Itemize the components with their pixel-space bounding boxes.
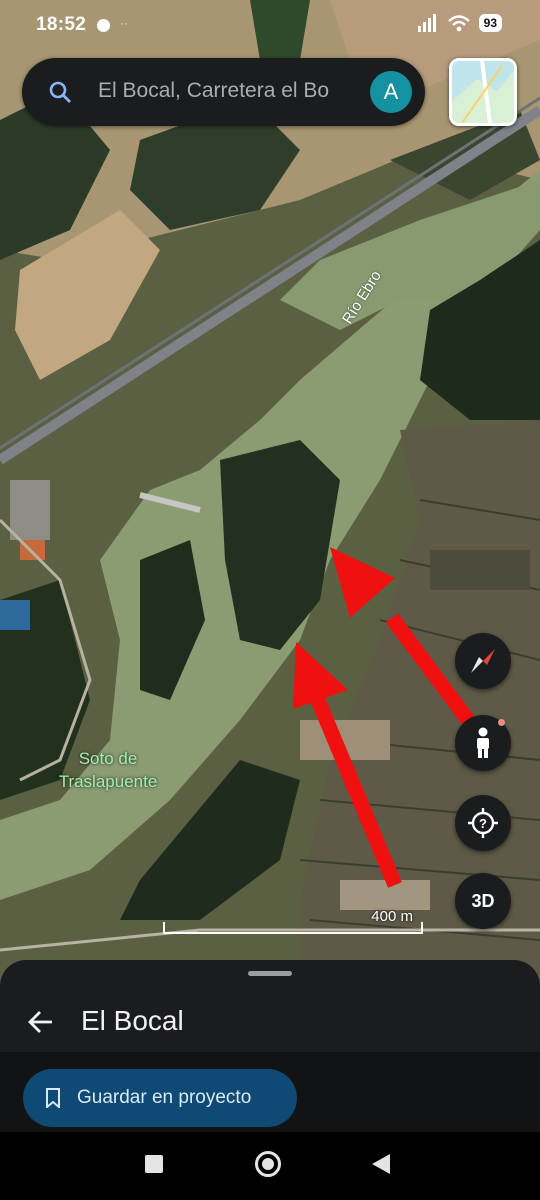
- sheet-drag-handle[interactable]: [248, 971, 292, 976]
- wifi-icon: [447, 15, 470, 32]
- satellite-map[interactable]: Río Ebro Soto de Traslapuente: [0, 0, 540, 1000]
- back-arrow-icon[interactable]: [26, 1008, 54, 1036]
- compass-icon: [471, 649, 495, 673]
- pegman-indicator-dot: [498, 719, 505, 726]
- map-layer-thumbnail: [452, 61, 514, 123]
- place-bottom-sheet[interactable]: El Bocal Guardar en proyecto: [0, 960, 540, 1132]
- compass-button[interactable]: [455, 633, 511, 689]
- scale-bar: [163, 922, 423, 934]
- 3d-toggle-button[interactable]: 3D: [455, 873, 511, 929]
- status-bar: 18:52 ·· 93: [0, 0, 540, 52]
- recent-apps-button[interactable]: [145, 1155, 163, 1173]
- street-view-button[interactable]: [455, 715, 511, 771]
- status-time: 18:52: [36, 14, 87, 35]
- signal-icon: [417, 14, 436, 32]
- map-layers-button[interactable]: [449, 58, 517, 126]
- home-button[interactable]: [255, 1151, 281, 1177]
- search-bar[interactable]: El Bocal, Carretera el Bo A: [22, 58, 425, 126]
- annotation-arrows: [293, 547, 492, 888]
- my-location-button[interactable]: ?: [455, 795, 511, 851]
- system-navigation-bar: [0, 1132, 540, 1200]
- status-icons: 93: [417, 14, 502, 32]
- battery-level: 93: [478, 14, 502, 32]
- bookmark-icon: [46, 1088, 60, 1108]
- place-title: El Bocal: [81, 1005, 184, 1036]
- save-to-project-button[interactable]: Guardar en proyecto: [23, 1069, 297, 1127]
- more-notifications-icon: ··: [120, 16, 128, 30]
- annotation-arrow-lower: [293, 642, 402, 888]
- place-label[interactable]: Soto de Traslapuente: [44, 747, 172, 793]
- svg-text:?: ?: [479, 816, 487, 831]
- account-avatar[interactable]: A: [370, 71, 412, 113]
- save-to-project-label: Guardar en proyecto: [77, 1087, 252, 1108]
- notification-dot: [97, 19, 110, 32]
- system-back-button[interactable]: [372, 1154, 390, 1174]
- map-scale: 400 m: [163, 908, 423, 936]
- locate-icon: ?: [468, 808, 498, 838]
- sheet-actions: Guardar en proyecto: [0, 1052, 540, 1132]
- search-input[interactable]: El Bocal, Carretera el Bo: [98, 79, 376, 103]
- search-icon[interactable]: [48, 80, 72, 104]
- pegman-icon: [477, 727, 489, 758]
